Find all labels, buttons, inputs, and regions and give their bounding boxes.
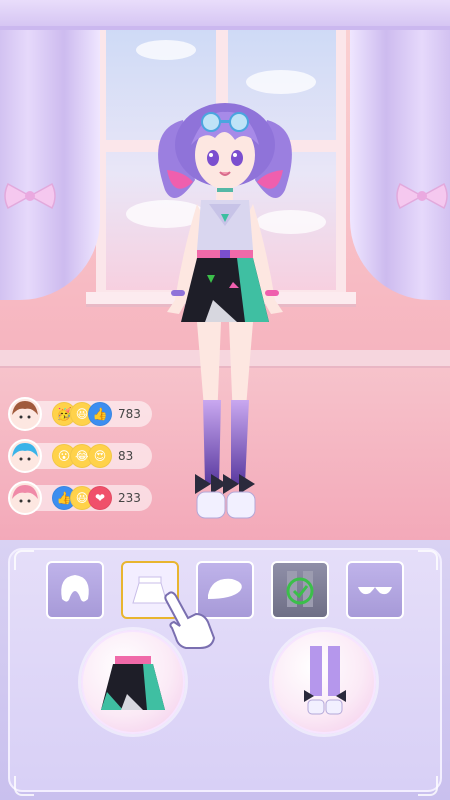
reaction-count: 233 (118, 491, 141, 505)
heart-icon: ❤ (88, 486, 112, 510)
right-curtain (350, 0, 450, 300)
reaction-row: 👍 😆 ❤ 233 (8, 481, 152, 515)
panel-corner-decor (14, 776, 34, 796)
pointing-hand-icon (164, 591, 216, 649)
curtain-bow-right (396, 182, 448, 210)
panel-corner-decor (418, 550, 438, 570)
heart-eyes-face-icon: 😍 (88, 444, 112, 468)
anime-girl-character (158, 103, 292, 519)
reaction-count: 783 (118, 407, 141, 421)
reaction-row: 😮 😂 😍 83 (8, 439, 152, 473)
panel-corner-decor (418, 776, 438, 796)
glasses-icon (358, 587, 392, 595)
tab-hair[interactable] (46, 561, 104, 619)
reaction-emojis: 👍 😆 ❤ (52, 486, 112, 510)
stockings-icon (286, 571, 314, 607)
thumbs-up-icon: 👍 (88, 402, 112, 426)
hair-icon (61, 575, 89, 602)
cloud (246, 70, 316, 94)
girl-pink-hair-avatar (8, 481, 42, 515)
tab-stockings[interactable] (271, 561, 329, 619)
reaction-emojis: 😮 😂 😍 (52, 444, 112, 468)
reaction-row: 🥳 😆 👍 783 (8, 397, 152, 431)
girl-brown-hair-avatar (8, 397, 42, 431)
socks-boots-item-icon (304, 646, 346, 715)
left-curtain (0, 0, 100, 300)
reaction-count: 83 (118, 449, 134, 463)
game-screen: 🥳 😆 👍 783 😮 😂 😍 83 👍 😆 ❤ 233 (0, 0, 450, 800)
panel-corner-decor (14, 550, 34, 570)
curtain-bow-left (4, 182, 56, 210)
tab-accessory[interactable] (346, 561, 404, 619)
reaction-emojis: 🥳 😆 👍 (52, 402, 112, 426)
boy-blue-hair-avatar (8, 439, 42, 473)
curtain-valance (0, 0, 450, 30)
item-socks-boots-option[interactable] (272, 630, 376, 734)
cloud (136, 40, 196, 60)
